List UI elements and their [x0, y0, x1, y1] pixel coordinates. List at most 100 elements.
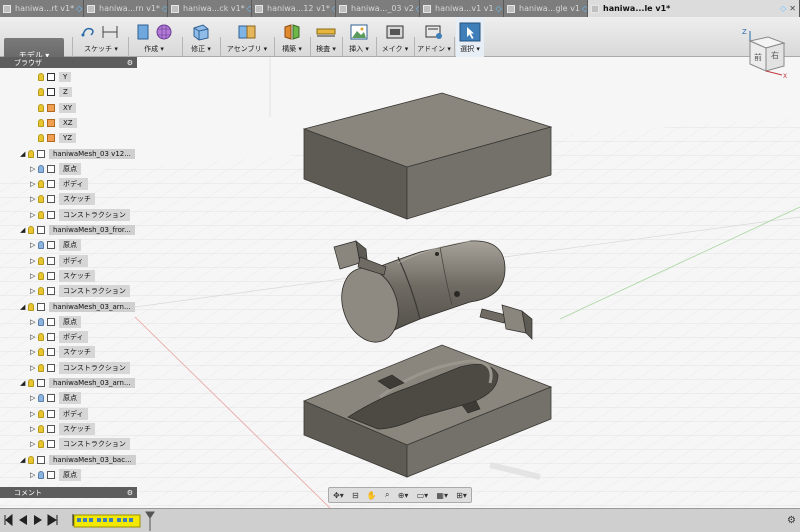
sketch-menu[interactable]: スケッチ ▾ — [76, 17, 126, 57]
grid-settings-icon[interactable]: ▦▾ — [436, 491, 448, 500]
zoom-icon[interactable]: ⌕ — [385, 490, 389, 500]
viewcube[interactable]: Z 前 右 X — [740, 27, 792, 80]
addins-menu[interactable]: アドイン ▾ — [416, 17, 452, 57]
browser-node[interactable]: ▷ コンストラクション — [30, 208, 130, 221]
document-tab[interactable]: haniwa...le v1* ◇ ✕ — [588, 0, 800, 17]
gear-icon[interactable]: ⚙ — [127, 59, 133, 67]
visibility-bulb-icon[interactable] — [28, 149, 34, 158]
visibility-bulb-icon[interactable] — [38, 348, 44, 357]
browser-node[interactable]: Y — [38, 71, 72, 83]
make-menu[interactable]: メイク ▾ — [378, 17, 412, 57]
visibility-bulb-icon[interactable] — [38, 440, 44, 449]
browser-node[interactable]: ▷ ボディ — [30, 407, 88, 420]
browser-node[interactable]: ▷ 原点 — [30, 239, 81, 252]
visibility-bulb-icon[interactable] — [38, 317, 44, 326]
browser-node[interactable]: ◢ haniwaMesh_03_arn... — [20, 377, 135, 389]
browser-node[interactable]: ▷ コンストラクション — [30, 438, 130, 451]
browser-node[interactable]: ▷ スケッチ — [30, 269, 95, 282]
visibility-bulb-icon[interactable] — [38, 424, 44, 433]
visibility-bulb-icon[interactable] — [38, 271, 44, 280]
browser-node[interactable]: ▷ 原点 — [30, 392, 81, 405]
assemble-menu[interactable]: アセンブリ ▾ — [222, 17, 272, 57]
orbit-icon[interactable]: ✥▾ — [333, 491, 344, 500]
gear-icon[interactable]: ⚙ — [787, 515, 796, 526]
visibility-bulb-icon[interactable] — [38, 118, 44, 127]
visibility-bulb-icon[interactable] — [38, 73, 44, 81]
visibility-bulb-icon[interactable] — [38, 195, 44, 204]
close-icon[interactable]: ✕ — [789, 4, 796, 13]
browser-node[interactable]: ◢ haniwaMesh_03_arn... — [20, 301, 135, 313]
visibility-bulb-icon[interactable] — [38, 180, 44, 189]
gear-icon[interactable]: ⚙ — [127, 489, 133, 497]
viewports-icon[interactable]: ⊞▾ — [456, 491, 467, 500]
browser-node[interactable]: ▷ スケッチ — [30, 346, 95, 359]
document-tab[interactable]: haniwa...v1 v1◇✕ — [420, 0, 504, 17]
timeline-controls[interactable] — [4, 513, 81, 527]
document-tab[interactable]: haniwa..._03 v2◇✕ — [336, 0, 420, 17]
collapsed-arrow-icon[interactable]: ▷ — [30, 440, 38, 448]
document-tab[interactable]: haniwa...rt v1*◇✕ — [0, 0, 84, 17]
browser-node[interactable]: ▷ 原点 — [30, 315, 81, 328]
visibility-bulb-icon[interactable] — [28, 302, 34, 311]
visibility-bulb-icon[interactable] — [28, 226, 34, 234]
collapsed-arrow-icon[interactable]: ▷ — [30, 394, 38, 402]
expanded-arrow-icon[interactable]: ◢ — [20, 226, 28, 234]
browser-node[interactable]: ▷ スケッチ — [30, 422, 95, 435]
browser-node[interactable]: XZ — [38, 117, 77, 129]
collapsed-arrow-icon[interactable]: ▷ — [30, 287, 38, 295]
collapsed-arrow-icon[interactable]: ▷ — [30, 364, 38, 372]
browser-node[interactable]: YZ — [38, 132, 77, 144]
visibility-bulb-icon[interactable] — [38, 470, 44, 479]
visibility-bulb-icon[interactable] — [38, 88, 44, 97]
expanded-arrow-icon[interactable]: ◢ — [20, 379, 28, 387]
browser-node[interactable]: ▷ コンストラクション — [30, 361, 130, 374]
visibility-bulb-icon[interactable] — [38, 164, 44, 173]
browser-node[interactable]: ▷ コンストラクション — [30, 285, 130, 298]
document-tab[interactable]: haniwa...ck v1*◇✕ — [168, 0, 252, 17]
visibility-bulb-icon[interactable] — [38, 409, 44, 418]
collapsed-arrow-icon[interactable]: ▷ — [30, 471, 38, 479]
collapsed-arrow-icon[interactable]: ▷ — [30, 257, 38, 265]
insert-menu[interactable]: 挿入 ▾ — [344, 17, 374, 57]
browser-node[interactable]: ▷ 原点 — [30, 468, 81, 481]
visibility-bulb-icon[interactable] — [38, 333, 44, 342]
visibility-bulb-icon[interactable] — [38, 241, 44, 250]
visibility-bulb-icon[interactable] — [38, 394, 44, 403]
browser-node[interactable]: ▷ スケッチ — [30, 193, 95, 206]
pan-icon[interactable]: ✋ — [367, 491, 377, 500]
collapsed-arrow-icon[interactable]: ▷ — [30, 425, 38, 433]
browser-node[interactable]: ▷ 原点 — [30, 162, 81, 175]
collapsed-arrow-icon[interactable]: ▷ — [30, 165, 38, 173]
inspect-menu[interactable]: 検査 ▾ — [312, 17, 340, 57]
display-settings-icon[interactable]: ▭▾ — [417, 491, 429, 500]
browser-node[interactable]: ▷ ボディ — [30, 331, 88, 344]
visibility-bulb-icon[interactable] — [38, 134, 44, 143]
collapsed-arrow-icon[interactable]: ▷ — [30, 180, 38, 188]
browser-node[interactable]: ◢ haniwaMesh_03 v12... — [20, 148, 135, 160]
collapsed-arrow-icon[interactable]: ▷ — [30, 195, 38, 203]
comment-panel-header[interactable]: コメント ⚙ — [0, 487, 137, 498]
collapsed-arrow-icon[interactable]: ▷ — [30, 318, 38, 326]
collapsed-arrow-icon[interactable]: ▷ — [30, 272, 38, 280]
fit-icon[interactable]: ⊕▾ — [398, 491, 409, 500]
select-menu[interactable]: 選択 ▾ — [456, 17, 484, 57]
visibility-bulb-icon[interactable] — [28, 455, 34, 464]
viewcube-front-face[interactable]: 前 — [754, 52, 762, 62]
visibility-bulb-icon[interactable] — [38, 103, 44, 112]
browser-node[interactable]: XY — [38, 102, 77, 114]
browser-node[interactable]: ◢ haniwaMesh_03_fror... — [20, 224, 135, 236]
timeline-marker[interactable] — [145, 511, 155, 531]
modify-menu[interactable]: 修正 ▾ — [184, 17, 218, 57]
expanded-arrow-icon[interactable]: ◢ — [20, 150, 28, 158]
collapsed-arrow-icon[interactable]: ▷ — [30, 241, 38, 249]
collapsed-arrow-icon[interactable]: ▷ — [30, 348, 38, 356]
document-tab[interactable]: haniwa...gle v1◇✕ — [504, 0, 588, 17]
visibility-bulb-icon[interactable] — [38, 287, 44, 296]
visibility-bulb-icon[interactable] — [38, 363, 44, 372]
visibility-bulb-icon[interactable] — [38, 256, 44, 265]
expanded-arrow-icon[interactable]: ◢ — [20, 456, 28, 464]
visibility-bulb-icon[interactable] — [38, 210, 44, 219]
construct-menu[interactable]: 構築 ▾ — [276, 17, 308, 57]
create-menu[interactable]: 作成 ▾ — [130, 17, 178, 57]
browser-node[interactable]: Z — [38, 86, 72, 98]
